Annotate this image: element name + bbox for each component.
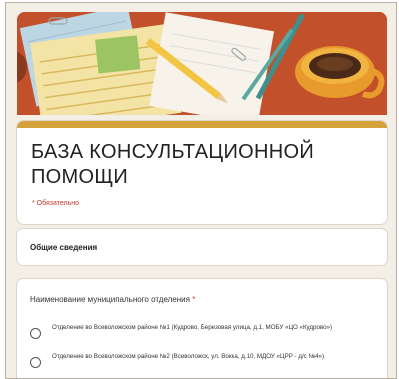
- radio-button-icon[interactable]: [30, 328, 41, 339]
- section-title: Общие сведения: [30, 243, 98, 252]
- radio-option-label: Отделение во Всеволожском районе №1 (Куд…: [52, 324, 333, 331]
- radio-button-icon[interactable]: [30, 357, 41, 368]
- question-label: Наименование муниципального отделения *: [30, 295, 195, 304]
- required-note: * Обязательно: [32, 200, 79, 207]
- section-card: Общие сведения: [17, 229, 387, 265]
- question-label-text: Наименование муниципального отделения: [30, 295, 190, 304]
- form-title: БАЗА КОНСУЛЬТАЦИОННОЙ ПОМОЩИ: [31, 141, 315, 188]
- radio-option-label: Отделение во Всеволожском районе №2 (Все…: [52, 353, 325, 360]
- required-asterisk: *: [192, 295, 196, 304]
- question-card: Наименование муниципального отделения * …: [17, 279, 387, 378]
- header-banner-image: [17, 12, 387, 115]
- form-viewport: БАЗА КОНСУЛЬТАЦИОННОЙ ПОМОЩИ * Обязатель…: [5, 2, 397, 379]
- form-title-card: БАЗА КОНСУЛЬТАЦИОННОЙ ПОМОЩИ * Обязатель…: [17, 121, 387, 224]
